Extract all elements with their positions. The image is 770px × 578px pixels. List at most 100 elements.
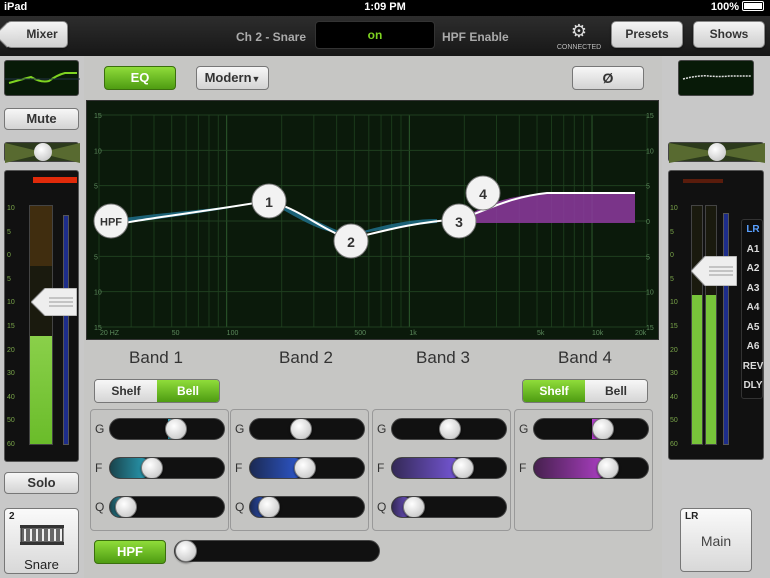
db-tick-label: 10 (646, 148, 654, 155)
eq-mode-select[interactable]: Modern▼ (196, 66, 269, 90)
meter-scale-label: 0 (670, 252, 674, 259)
bus-lr[interactable]: LR (742, 224, 764, 235)
eq-enable-button[interactable]: EQ (104, 66, 176, 90)
band-2-g-slider[interactable] (249, 418, 365, 440)
db-tick-label: 10 (94, 148, 102, 155)
slider-knob[interactable] (592, 419, 614, 439)
band-4-f-row: F (519, 457, 649, 479)
slider-knob[interactable] (403, 497, 425, 517)
param-label: G (519, 422, 529, 436)
clock: 1:09 PM (364, 1, 406, 13)
master-meter-right-fill (706, 295, 716, 444)
master-mini-eq-preview[interactable] (678, 60, 754, 96)
slider-knob[interactable] (258, 497, 280, 517)
mute-button[interactable]: Mute (4, 108, 79, 130)
solo-button[interactable]: Solo (4, 472, 79, 494)
param-label: G (235, 422, 245, 436)
meter-scale-label: 30 (670, 370, 678, 377)
bus-a3[interactable]: A3 (742, 283, 764, 294)
band-4-f-slider[interactable] (533, 457, 649, 479)
bus-a4[interactable]: A4 (742, 302, 764, 313)
node-label: HPF (100, 217, 122, 229)
master-fader-meter: 10 5 0 5 10 15 20 30 40 50 60 LR A1 A2 A3 A4 A5 A6 REV DLY (668, 170, 764, 460)
hpf-frequency-slider[interactable] (174, 540, 380, 562)
pan-slider[interactable] (4, 142, 80, 163)
shows-button[interactable]: Shows (693, 21, 765, 48)
band-1-g-row: G (95, 418, 225, 440)
band-1-panel: G F Q (90, 409, 229, 531)
master-pan-slider[interactable] (668, 142, 765, 163)
master-fader-cap[interactable] (690, 255, 738, 287)
band-1-f-slider[interactable] (109, 457, 225, 479)
band-4-shape-toggle: Shelf Bell (522, 379, 648, 403)
band-4-bell-option[interactable]: Bell (585, 380, 647, 402)
slider-knob[interactable] (597, 458, 619, 478)
band-1-node[interactable]: 1 (251, 183, 287, 219)
main-mix-button[interactable]: LR Main (680, 508, 752, 572)
band-3-node[interactable]: 3 (441, 203, 477, 239)
mini-eq-preview[interactable] (4, 60, 80, 96)
band-4-label: Band 4 (558, 348, 612, 367)
band-3-f-slider[interactable] (391, 457, 507, 479)
meter-scale-label: 0 (7, 252, 11, 259)
channel-number: 2 (9, 511, 15, 522)
phase-invert-button[interactable]: Ø (572, 66, 644, 90)
bus-a5[interactable]: A5 (742, 322, 764, 333)
band-2-q-slider[interactable] (249, 496, 365, 518)
channel-name-button[interactable]: 2 Snare (4, 508, 79, 574)
hpf-button[interactable]: HPF (94, 540, 166, 564)
band-4-node[interactable]: 4 (465, 175, 501, 211)
param-label: Q (235, 500, 245, 514)
bus-a6[interactable]: A6 (742, 341, 764, 352)
fader-track[interactable] (63, 215, 69, 445)
freq-tick-label: 5k (537, 330, 545, 337)
band-3-q-slider[interactable] (391, 496, 507, 518)
eq-graph[interactable]: 151510105500551010151520 HZ501005001k5k1… (86, 100, 659, 340)
back-mixer-button[interactable]: Mixer (6, 21, 68, 48)
bus-a1[interactable]: A1 (742, 244, 764, 255)
slider-knob[interactable] (439, 419, 461, 439)
bus-dly[interactable]: DLY (742, 380, 764, 391)
slider-knob[interactable] (115, 497, 137, 517)
pan-knob[interactable] (34, 143, 52, 161)
hpf-node[interactable]: HPF (93, 203, 129, 239)
param-label: F (235, 461, 243, 475)
slider-knob[interactable] (290, 419, 312, 439)
band-3-label: Band 3 (416, 348, 470, 367)
band-4-g-slider[interactable] (533, 418, 649, 440)
slider-knob[interactable] (294, 458, 316, 478)
hpf-slider-knob[interactable] (175, 540, 197, 562)
band-2-panel: G F Q (230, 409, 369, 531)
band-2-f-slider[interactable] (249, 457, 365, 479)
master-fader-track[interactable] (723, 213, 729, 445)
gear-icon[interactable]: ⚙ (570, 22, 588, 40)
master-pan-knob[interactable] (708, 143, 726, 161)
mini-eq-curve (5, 72, 80, 84)
meter-headroom (30, 206, 52, 266)
band-1-q-slider[interactable] (109, 496, 225, 518)
bus-a2[interactable]: A2 (742, 263, 764, 274)
top-bar: Mixer Ch 2 - Snare on HPF Enable ⚙ CONNE… (0, 16, 770, 56)
bus-rev[interactable]: REV (742, 361, 764, 372)
meter-scale-label: 10 (7, 299, 15, 306)
band-2-node[interactable]: 2 (333, 223, 369, 259)
band-1-bell-option[interactable]: Bell (157, 380, 219, 402)
slider-knob[interactable] (141, 458, 163, 478)
band-1-q-row: Q (95, 496, 225, 518)
band-4-shelf-option[interactable]: Shelf (523, 380, 585, 402)
freq-tick-label: 500 (354, 330, 366, 337)
meter-scale-label: 5 (670, 229, 674, 236)
band-1-g-slider[interactable] (109, 418, 225, 440)
hpf-enable-label: HPF Enable (442, 30, 509, 44)
band-4-g-row: G (519, 418, 649, 440)
hpf-enable-toggle[interactable]: on (315, 21, 435, 49)
meter-scale-label: 10 (7, 205, 15, 212)
slider-knob[interactable] (165, 419, 187, 439)
fader-cap[interactable] (30, 287, 78, 317)
presets-button[interactable]: Presets (611, 21, 683, 48)
band-3-g-slider[interactable] (391, 418, 507, 440)
slider-knob[interactable] (452, 458, 474, 478)
level-meter-track (29, 205, 53, 445)
band-1-shelf-option[interactable]: Shelf (95, 380, 157, 402)
status-bar: iPad 1:09 PM 100% (0, 0, 770, 16)
